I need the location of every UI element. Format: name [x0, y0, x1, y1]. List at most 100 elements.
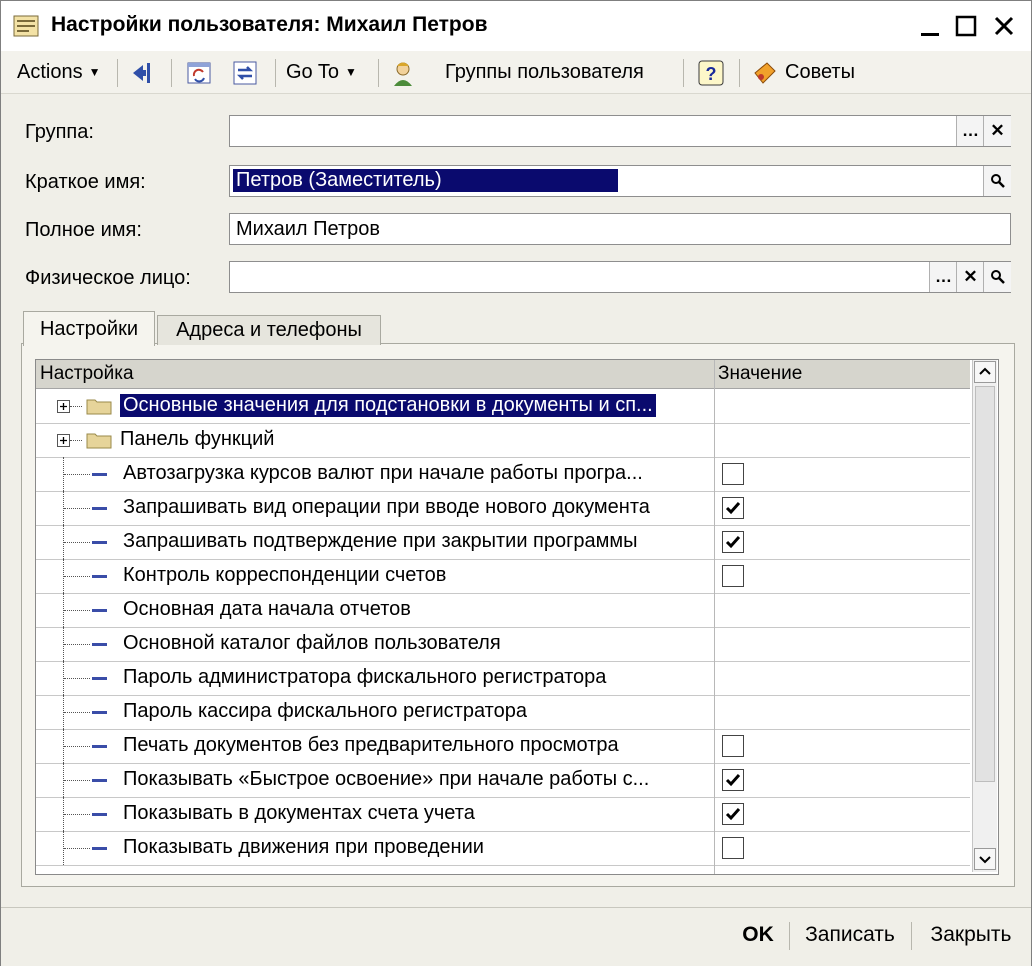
- toolbar-separator: [683, 59, 684, 87]
- checkbox-checked[interactable]: [722, 497, 744, 519]
- clear-icon[interactable]: ✕: [983, 116, 1011, 146]
- scroll-thumb[interactable]: [975, 386, 995, 782]
- checkbox[interactable]: [722, 565, 744, 587]
- expand-icon[interactable]: [57, 400, 70, 413]
- chevron-down-icon: ▼: [345, 65, 357, 79]
- footer: OK Записать Закрыть: [1, 907, 1031, 966]
- column-divider: [714, 360, 715, 874]
- tree-line: [64, 814, 90, 815]
- search-icon[interactable]: [983, 166, 1011, 196]
- select-button[interactable]: …: [929, 262, 957, 292]
- setting-label: Панель функций: [120, 428, 275, 450]
- setting-label: Пароль кассира фискального регистратора: [123, 700, 527, 722]
- footer-separator: [789, 922, 790, 950]
- tree-line: [64, 610, 90, 611]
- tree-line: [70, 440, 82, 441]
- setting-label: Пароль администратора фискального регист…: [123, 666, 607, 688]
- group-field[interactable]: … ✕: [229, 115, 1011, 147]
- setting-item-icon: [92, 711, 107, 714]
- scroll-down-icon[interactable]: [974, 848, 996, 870]
- setting-label: Показывать движения при проведении: [123, 836, 484, 858]
- table-row[interactable]: Запрашивать подтверждение при закрытии п…: [36, 525, 970, 560]
- table-row[interactable]: Контроль корреспонденции счетов: [36, 559, 970, 594]
- tree-group-row[interactable]: Основные значения для подстановки в доку…: [36, 389, 970, 424]
- checkbox[interactable]: [722, 735, 744, 757]
- user-settings-window: Настройки пользователя: Михаил Петров Ac…: [0, 0, 1032, 966]
- group-label: Группа:: [25, 121, 94, 143]
- tips-label: Советы: [785, 60, 855, 83]
- actions-label: Actions: [17, 60, 83, 83]
- folder-icon: [86, 433, 112, 449]
- column-header-setting[interactable]: Настройка: [40, 363, 134, 385]
- full-name-label: Полное имя:: [25, 219, 142, 241]
- save-button[interactable]: Записать: [795, 918, 905, 952]
- goto-menu[interactable]: Go To ▼: [286, 51, 357, 93]
- tab-addresses[interactable]: Адреса и телефоны: [157, 315, 381, 345]
- setting-item-icon: [92, 813, 107, 816]
- checkbox[interactable]: [722, 463, 744, 485]
- expand-icon[interactable]: [57, 434, 70, 447]
- tree-group-row[interactable]: Панель функций: [36, 423, 970, 458]
- table-row[interactable]: Пароль кассира фискального регистратора: [36, 695, 970, 730]
- close-icon[interactable]: [987, 9, 1021, 43]
- actions-menu[interactable]: Actions ▼: [17, 51, 100, 93]
- tree-line: [64, 712, 90, 713]
- tree-line: [64, 576, 90, 577]
- tree-line: [64, 848, 90, 849]
- checkbox-checked[interactable]: [722, 531, 744, 553]
- setting-label: Основная дата начала отчетов: [123, 598, 411, 620]
- help-icon[interactable]: ?: [697, 59, 725, 87]
- setting-item-icon: [92, 609, 107, 612]
- setting-item-icon: [92, 473, 107, 476]
- table-row[interactable]: Основная дата начала отчетов: [36, 593, 970, 628]
- checkbox[interactable]: [722, 837, 744, 859]
- table-row[interactable]: Автозагрузка курсов валют при начале раб…: [36, 457, 970, 492]
- setting-label: Автозагрузка курсов валют при начале раб…: [123, 462, 643, 484]
- full-name-field[interactable]: Михаил Петров: [229, 213, 1011, 245]
- toolbar-separator: [171, 59, 172, 87]
- scroll-up-icon[interactable]: [974, 361, 996, 383]
- table-row[interactable]: Основной каталог файлов пользователя: [36, 627, 970, 662]
- full-name-value: Михаил Петров: [236, 218, 380, 240]
- short-name-value: Петров (Заместитель): [233, 169, 618, 192]
- close-button[interactable]: Закрыть: [921, 918, 1021, 952]
- setting-label: Основной каталог файлов пользователя: [123, 632, 501, 654]
- person-label: Физическое лицо:: [25, 267, 191, 289]
- setting-item-icon: [92, 541, 107, 544]
- minimize-icon[interactable]: [913, 9, 947, 43]
- column-header-value[interactable]: Значение: [718, 363, 802, 385]
- short-name-field[interactable]: Петров (Заместитель): [229, 165, 1011, 197]
- table-row[interactable]: Показывать в документах счета учета: [36, 797, 970, 832]
- setting-item-icon: [92, 779, 107, 782]
- table-row[interactable]: Показывать движения при проведении: [36, 831, 970, 866]
- table-row[interactable]: Запрашивать вид операции при вводе новог…: [36, 491, 970, 526]
- person-field[interactable]: … ✕: [229, 261, 1011, 293]
- setting-label: Запрашивать подтверждение при закрытии п…: [123, 530, 638, 552]
- table-row[interactable]: Показывать «Быстрое освоение» при начале…: [36, 763, 970, 798]
- table-row[interactable]: Печать документов без предварительного п…: [36, 729, 970, 764]
- checkbox-checked[interactable]: [722, 769, 744, 791]
- toolbar: Actions ▼ Go To ▼ Группы пользователя ? …: [1, 51, 1031, 94]
- tips-button[interactable]: Советы: [785, 51, 855, 93]
- search-icon[interactable]: [983, 262, 1011, 292]
- goto-label: Go To: [286, 60, 339, 83]
- title-bar: Настройки пользователя: Михаил Петров: [1, 1, 1031, 51]
- refresh-icon[interactable]: [185, 59, 213, 87]
- tab-settings[interactable]: Настройки: [23, 311, 155, 346]
- tips-icon[interactable]: [751, 59, 779, 87]
- setting-item-icon: [92, 847, 107, 850]
- setting-label: Контроль корреспонденции счетов: [123, 564, 447, 586]
- move-up-level-icon[interactable]: [129, 59, 157, 87]
- tree-line: [64, 780, 90, 781]
- tree-line: [64, 644, 90, 645]
- short-name-label: Краткое имя:: [25, 171, 146, 193]
- vertical-scrollbar[interactable]: [972, 360, 997, 872]
- clear-icon[interactable]: ✕: [956, 262, 984, 292]
- select-button[interactable]: …: [956, 116, 984, 146]
- sync-icon[interactable]: [231, 59, 259, 87]
- maximize-icon[interactable]: [949, 9, 983, 43]
- table-row[interactable]: Пароль администратора фискального регист…: [36, 661, 970, 696]
- checkbox-checked[interactable]: [722, 803, 744, 825]
- ok-button[interactable]: OK: [731, 918, 785, 952]
- user-groups-button[interactable]: Группы пользователя: [445, 51, 644, 93]
